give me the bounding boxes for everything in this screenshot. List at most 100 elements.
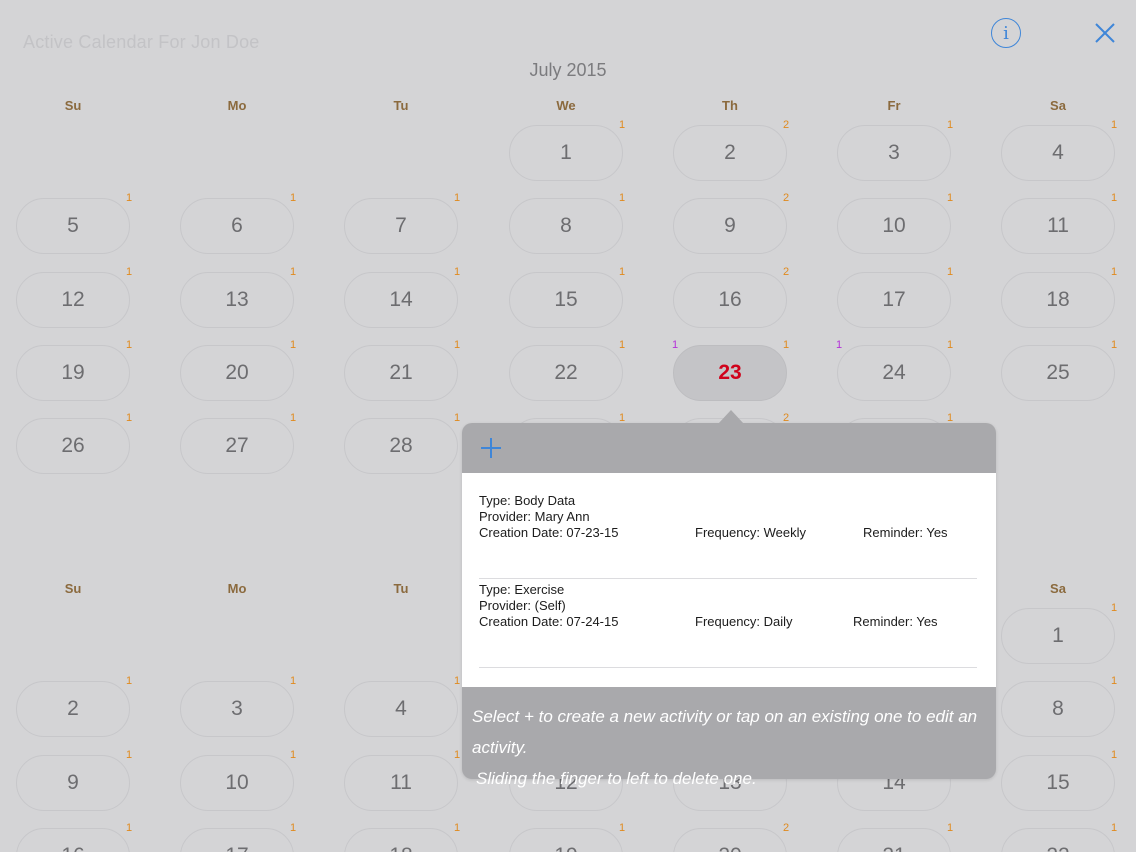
activity-provider: Provider: (Self) xyxy=(479,598,566,613)
activity-count-badge: 1 xyxy=(619,821,626,834)
activity-count-badge: 1 xyxy=(619,338,626,351)
day-cell-2[interactable]: 2 xyxy=(16,681,130,738)
day-cell-18[interactable]: 18 xyxy=(1001,271,1115,328)
activity-item[interactable]: Type: Body Data Provider: Mary Ann Creat… xyxy=(479,491,977,579)
weekday-label: Sa xyxy=(1050,581,1066,596)
activity-count-badge: 1 xyxy=(947,821,954,834)
day-cell-17[interactable]: 17 xyxy=(837,271,951,328)
popover-header xyxy=(462,423,996,473)
activity-count-badge: 1 xyxy=(126,192,133,205)
day-cell-22[interactable]: 22 xyxy=(509,344,623,401)
activity-count-badge: 1 xyxy=(1111,821,1118,834)
calendar-screen: Active Calendar For Jon Doe i July 2015 … xyxy=(0,0,1136,852)
activity-count-badge: 1 xyxy=(783,338,790,351)
day-cell-25[interactable]: 25 xyxy=(1001,344,1115,401)
activity-type: Type: Exercise xyxy=(479,582,565,597)
day-cell-26[interactable]: 26 xyxy=(16,418,130,475)
activity-count-badge: 1 xyxy=(290,748,297,761)
activity-count-badge: 1 xyxy=(290,265,297,278)
day-cell-2[interactable]: 2 xyxy=(673,125,787,181)
day-cell-23[interactable]: 23 xyxy=(673,344,787,401)
help-text: Select + to create a new activity or tap… xyxy=(462,687,996,788)
activity-count-badge: 1 xyxy=(947,119,954,131)
day-cell-6[interactable]: 6 xyxy=(180,198,294,255)
activity-count-badge: 1 xyxy=(1111,602,1118,614)
info-icon: i xyxy=(1003,22,1009,44)
activity-count-badge: 1 xyxy=(1111,119,1118,131)
day-cell-24[interactable]: 24 xyxy=(837,344,951,401)
activity-count-badge: 1 xyxy=(619,265,626,278)
day-cell-3[interactable]: 3 xyxy=(180,681,294,738)
weekday-label: Fr xyxy=(887,98,901,113)
popover-arrow xyxy=(718,410,744,424)
activity-reminder: Reminder: Yes xyxy=(853,614,938,629)
day-cell-14[interactable]: 14 xyxy=(344,271,458,328)
activity-count-badge: 1 xyxy=(126,748,133,761)
day-cell-9[interactable]: 9 xyxy=(673,198,787,255)
day-cell-20[interactable]: 20 xyxy=(180,344,294,401)
day-cell-27[interactable]: 27 xyxy=(180,418,294,475)
day-cell-16[interactable]: 16 xyxy=(16,827,130,852)
day-cell-1[interactable]: 1 xyxy=(509,125,623,181)
info-button[interactable]: i xyxy=(991,18,1021,48)
activity-count-badge: 1 xyxy=(1111,192,1118,205)
day-cell-22[interactable]: 22 xyxy=(1001,827,1115,852)
add-activity-button[interactable] xyxy=(476,433,506,463)
day-cell-20[interactable]: 20 xyxy=(673,827,787,852)
activity-count-badge: 1 xyxy=(290,338,297,351)
day-cell-5[interactable]: 5 xyxy=(16,198,130,255)
day-cell-10[interactable]: 10 xyxy=(180,754,294,811)
weekday-label: Tu xyxy=(393,581,409,596)
activity-count-badge: 1 xyxy=(126,821,133,834)
day-cell-1[interactable]: 1 xyxy=(1001,608,1115,664)
activity-count-badge: 1 xyxy=(619,119,626,131)
activity-type: Type: Body Data xyxy=(479,493,576,508)
day-cell-7[interactable]: 7 xyxy=(344,198,458,255)
day-cell-9[interactable]: 9 xyxy=(16,754,130,811)
app-title: Active Calendar For Jon Doe xyxy=(23,32,260,52)
activity-list: Type: Body Data Provider: Mary Ann Creat… xyxy=(462,473,996,687)
day-cell-8[interactable]: 8 xyxy=(509,198,623,255)
help-text-line: Sliding the finger to left to delete one… xyxy=(476,769,757,788)
activity-item[interactable]: Type: Exercise Provider: (Self) Creation… xyxy=(479,580,977,668)
day-cell-16[interactable]: 16 xyxy=(673,271,787,328)
day-cell-3[interactable]: 3 xyxy=(837,125,951,181)
activity-creation-date: Creation Date: 07-24-15 xyxy=(479,614,619,629)
day-cell-21[interactable]: 21 xyxy=(837,827,951,852)
month-title: July 2015 xyxy=(529,60,607,80)
day-cell-10[interactable]: 10 xyxy=(837,198,951,255)
weekday-label: Th xyxy=(722,98,738,113)
activity-count-badge: 1 xyxy=(290,192,297,205)
activity-creation-date: Creation Date: 07-23-15 xyxy=(479,525,619,540)
day-cell-11[interactable]: 11 xyxy=(1001,198,1115,255)
day-cell-4[interactable]: 4 xyxy=(1001,125,1115,181)
close-button[interactable] xyxy=(1092,20,1118,46)
day-cell-18[interactable]: 18 xyxy=(344,827,458,852)
day-cell-13[interactable]: 13 xyxy=(180,271,294,328)
day-cell-15[interactable]: 15 xyxy=(509,271,623,328)
day-cell-17[interactable]: 17 xyxy=(180,827,294,852)
day-cell-15[interactable]: 15 xyxy=(1001,754,1115,811)
day-cell-4[interactable]: 4 xyxy=(344,681,458,738)
day-cell-12[interactable]: 12 xyxy=(16,271,130,328)
weekday-label: Su xyxy=(64,581,82,596)
activity-count-badge: 1 xyxy=(947,265,954,278)
activity-frequency: Frequency: Daily xyxy=(695,614,793,629)
activity-count-badge: 1 xyxy=(1111,338,1118,351)
activity-popover: Type: Body Data Provider: Mary Ann Creat… xyxy=(462,410,996,788)
activity-count-badge: 1 xyxy=(290,412,297,425)
day-cell-11[interactable]: 11 xyxy=(344,754,458,811)
day-cell-19[interactable]: 19 xyxy=(16,344,130,401)
day-cell-28[interactable]: 28 xyxy=(344,418,458,475)
activity-count-badge: 1 xyxy=(454,338,461,351)
day-cell-19[interactable]: 19 xyxy=(509,827,623,852)
day-cell-8[interactable]: 8 xyxy=(1001,681,1115,738)
help-text-line: Select + to create a new activity or tap… xyxy=(472,707,978,757)
weekday-label: Mo xyxy=(227,581,247,596)
activity-count-badge: 1 xyxy=(454,265,461,278)
activity-count-badge: 1 xyxy=(619,192,626,205)
day-cell-21[interactable]: 21 xyxy=(344,344,458,401)
weekday-label: Tu xyxy=(393,98,409,113)
activity-reminder: Reminder: Yes xyxy=(863,525,948,540)
activity-count-badge: 1 xyxy=(947,192,954,205)
